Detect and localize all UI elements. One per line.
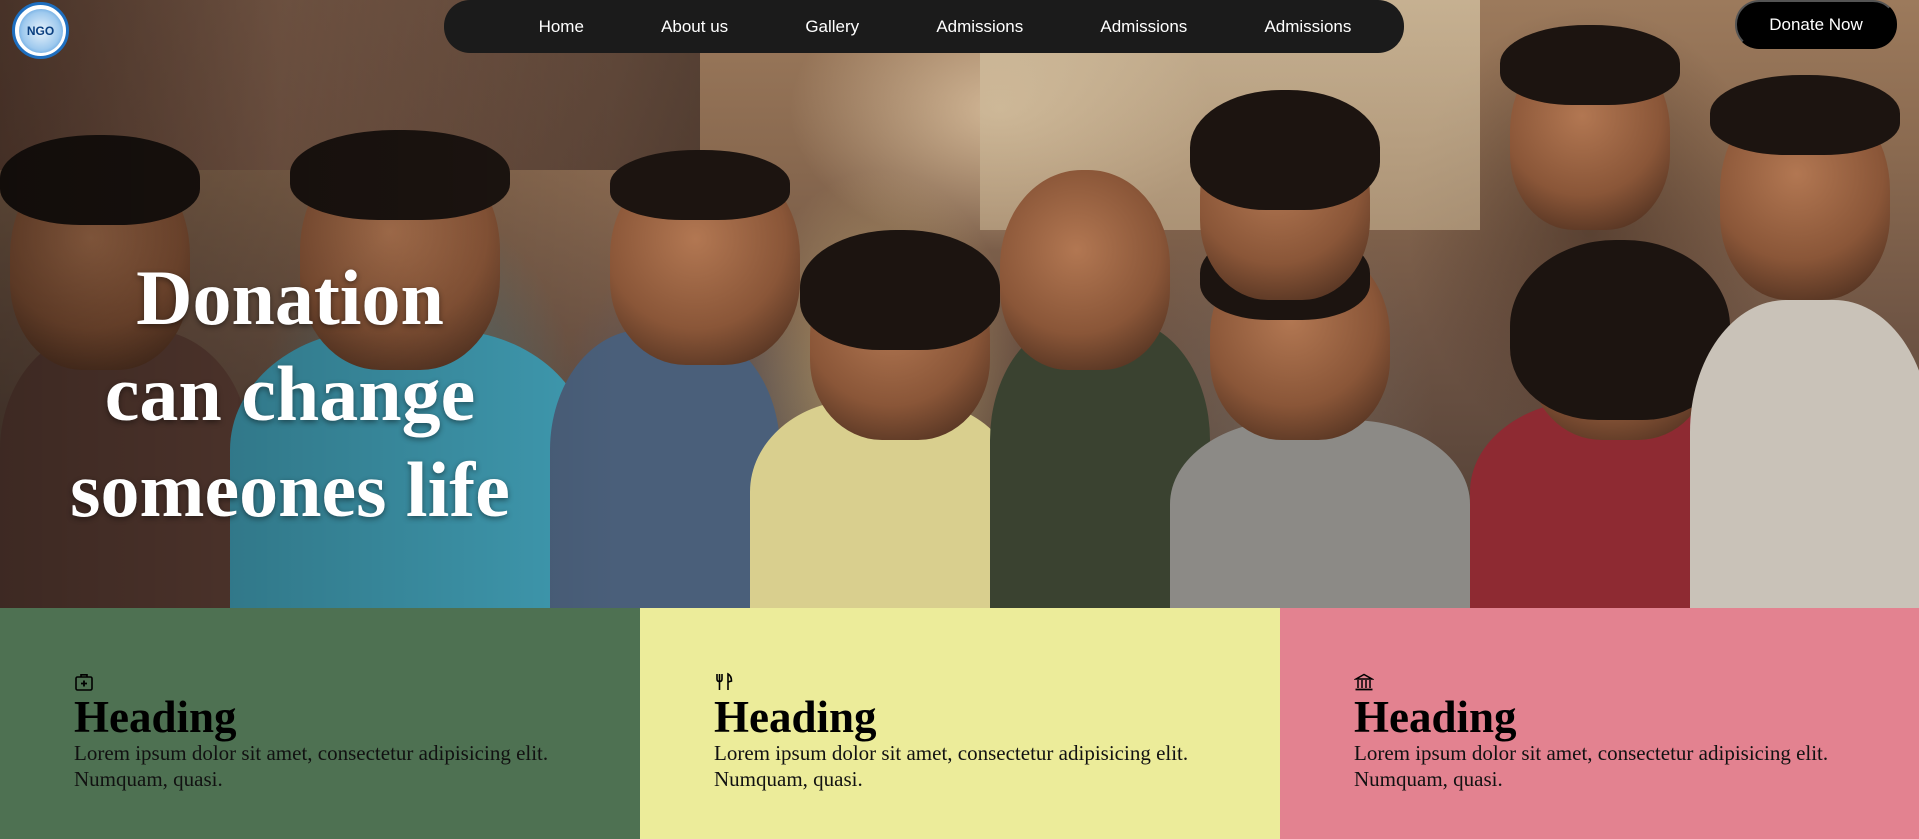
hero-section: Donation can change someones life	[0, 0, 1919, 608]
card-text: Lorem ipsum dolor sit amet, consectetur …	[74, 741, 549, 791]
feature-card-education: Heading Lorem ipsum dolor sit amet, cons…	[1280, 608, 1919, 839]
hero-title-line: Donation	[136, 254, 444, 341]
nav-about-us[interactable]: About us	[661, 17, 728, 37]
nav-admissions-2[interactable]: Admissions	[1100, 17, 1187, 37]
card-text: Lorem ipsum dolor sit amet, consectetur …	[1354, 741, 1829, 791]
hero-title-line: someones life	[70, 446, 510, 533]
ngo-logo[interactable]: NGO	[12, 2, 69, 59]
feature-card-food: Heading Lorem ipsum dolor sit amet, cons…	[640, 608, 1280, 839]
fork-knife-icon	[716, 672, 733, 690]
donate-now-button[interactable]: Donate Now	[1735, 0, 1897, 49]
school-building-icon	[1354, 673, 1374, 691]
nav-gallery[interactable]: Gallery	[805, 17, 859, 37]
feature-cards: Heading Lorem ipsum dolor sit amet, cons…	[0, 608, 1919, 839]
logo-text: NGO	[26, 23, 55, 38]
nav-home[interactable]: Home	[539, 17, 584, 37]
hero-title-line: can change	[104, 350, 476, 437]
logo-globe-icon: NGO	[18, 8, 63, 53]
card-text: Lorem ipsum dolor sit amet, consectetur …	[714, 741, 1189, 791]
nav-admissions-3[interactable]: Admissions	[1264, 17, 1351, 37]
nav-admissions-1[interactable]: Admissions	[936, 17, 1023, 37]
hero-title: Donation can change someones life	[30, 250, 550, 538]
feature-card-medical: Heading Lorem ipsum dolor sit amet, cons…	[0, 608, 640, 839]
card-heading: Heading	[74, 692, 237, 742]
medical-kit-icon	[75, 674, 93, 691]
card-heading: Heading	[714, 692, 877, 742]
card-heading: Heading	[1354, 692, 1517, 742]
main-navigation: Home About us Gallery Admissions Admissi…	[444, 0, 1404, 53]
